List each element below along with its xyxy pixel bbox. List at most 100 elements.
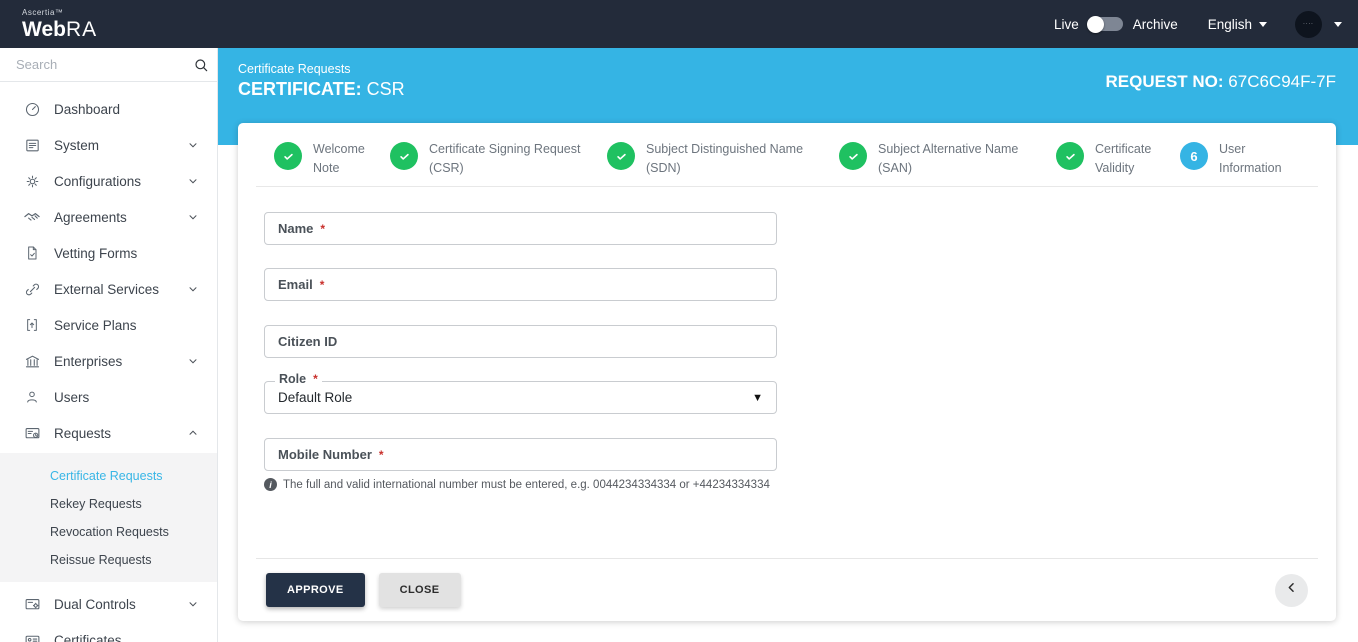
brand-company: Ascertia™ <box>22 9 218 17</box>
sidebar: Dashboard System Configurations Agreemen… <box>0 48 218 642</box>
sidebar-item-configurations[interactable]: Configurations <box>0 163 217 199</box>
step-welcome-note[interactable]: Welcome Note <box>274 142 377 178</box>
brand-web: Web <box>22 18 66 41</box>
main-content: Certificate Requests CERTIFICATE: CSR RE… <box>218 48 1358 642</box>
citizen-id-field[interactable]: Citizen ID <box>264 325 777 358</box>
email-field[interactable]: Email * <box>264 268 777 301</box>
sidebar-item-label: Requests <box>54 426 111 441</box>
step-label: Subject Alternative Name (SAN) <box>878 140 1043 178</box>
required-asterisk: * <box>320 222 325 236</box>
requests-submenu: Certificate Requests Rekey Requests Revo… <box>0 453 217 582</box>
submenu-item-reissue-requests[interactable]: Reissue Requests <box>0 546 217 574</box>
chevron-down-icon <box>187 598 199 610</box>
sidebar-item-service-plans[interactable]: Service Plans <box>0 307 217 343</box>
previous-step-button[interactable] <box>1275 574 1308 607</box>
role-select[interactable]: Default Role ▼ <box>264 381 777 414</box>
required-asterisk: * <box>379 448 384 462</box>
required-asterisk: * <box>313 372 318 386</box>
sidebar-nav: Dashboard System Configurations Agreemen… <box>0 82 217 642</box>
sidebar-item-label: Service Plans <box>54 318 137 333</box>
sidebar-item-dashboard[interactable]: Dashboard <box>0 91 217 127</box>
submenu-item-certificate-requests[interactable]: Certificate Requests <box>0 462 217 490</box>
role-select-wrap: Role* Default Role ▼ <box>264 381 777 414</box>
role-label-text: Role <box>279 372 306 386</box>
sidebar-item-label: Certificates <box>54 633 122 642</box>
info-icon: i <box>264 478 277 491</box>
mobile-number-field-label: Mobile Number <box>278 447 372 462</box>
top-bar: Ascertia™ WebRA Live Archive English ···… <box>0 0 1358 48</box>
step-user-information[interactable]: 6 User Information <box>1180 142 1304 178</box>
gear-icon <box>23 172 41 190</box>
sidebar-item-vetting-forms[interactable]: Vetting Forms <box>0 235 217 271</box>
bank-icon <box>23 352 41 370</box>
mobile-number-field[interactable]: Mobile Number * <box>264 438 777 471</box>
sidebar-item-certificates[interactable]: Certificates <box>0 622 217 642</box>
user-icon <box>23 388 41 406</box>
name-field[interactable]: Name * <box>264 212 777 245</box>
chevron-down-icon <box>187 211 199 223</box>
page-title-bold: CERTIFICATE: <box>238 79 362 99</box>
page-title: CERTIFICATE: CSR <box>238 79 405 100</box>
sidebar-item-label: System <box>54 138 99 153</box>
required-asterisk: * <box>320 278 325 292</box>
server-icon <box>23 136 41 154</box>
close-button[interactable]: CLOSE <box>379 573 461 607</box>
sidebar-item-enterprises[interactable]: Enterprises <box>0 343 217 379</box>
submenu-item-revocation-requests[interactable]: Revocation Requests <box>0 518 217 546</box>
search-icon[interactable] <box>192 56 210 74</box>
footer-buttons: APPROVE CLOSE <box>266 573 461 607</box>
chevron-up-icon <box>187 427 199 439</box>
certificate-icon <box>23 631 41 642</box>
sidebar-item-users[interactable]: Users <box>0 379 217 415</box>
avatar[interactable]: ···· <box>1295 11 1322 38</box>
language-label: English <box>1208 17 1252 32</box>
sidebar-item-label: Dual Controls <box>54 597 136 612</box>
sidebar-item-label: Agreements <box>54 210 127 225</box>
step-label: Certificate Signing Request (CSR) <box>429 140 594 178</box>
brand-logo[interactable]: Ascertia™ WebRA <box>0 9 218 40</box>
archive-label: Archive <box>1133 17 1178 32</box>
approve-button[interactable]: APPROVE <box>266 573 365 607</box>
sidebar-item-agreements[interactable]: Agreements <box>0 199 217 235</box>
sidebar-item-label: External Services <box>54 282 159 297</box>
user-information-form: Name * Email * Citizen ID Role* Default … <box>238 187 1336 491</box>
step-sdn[interactable]: Subject Distinguished Name (SDN) <box>607 142 826 178</box>
topbar-actions: Live Archive English ···· <box>1054 11 1358 38</box>
sidebar-item-requests[interactable]: Requests <box>0 415 217 451</box>
role-selected-value: Default Role <box>278 390 352 405</box>
document-check-icon <box>23 244 41 262</box>
role-field-label: Role * <box>275 373 322 387</box>
check-icon <box>274 142 302 170</box>
sidebar-item-label: Vetting Forms <box>54 246 137 261</box>
sidebar-item-dual-controls[interactable]: Dual Controls <box>0 586 217 622</box>
chevron-down-icon: ▼ <box>752 392 763 404</box>
citizen-id-field-label: Citizen ID <box>278 334 337 349</box>
plan-icon <box>23 316 41 334</box>
sidebar-item-label: Dashboard <box>54 102 120 117</box>
helper-text: The full and valid international number … <box>283 479 770 491</box>
sidebar-item-label: Users <box>54 390 89 405</box>
name-field-label: Name <box>278 221 313 236</box>
user-menu-chevron-icon[interactable] <box>1334 22 1342 27</box>
sidebar-item-system[interactable]: System <box>0 127 217 163</box>
live-archive-toggle[interactable] <box>1089 17 1123 31</box>
step-label: Certificate Validity <box>1095 140 1167 178</box>
wizard-card: Welcome Note Certificate Signing Request… <box>238 123 1336 621</box>
step-number-badge: 6 <box>1180 142 1208 170</box>
sidebar-item-external-services[interactable]: External Services <box>0 271 217 307</box>
wizard-stepper: Welcome Note Certificate Signing Request… <box>256 123 1318 186</box>
chevron-down-icon <box>187 139 199 151</box>
chevron-down-icon <box>187 355 199 367</box>
search-input[interactable] <box>16 57 192 72</box>
step-csr[interactable]: Certificate Signing Request (CSR) <box>390 142 594 178</box>
check-icon <box>390 142 418 170</box>
submenu-item-rekey-requests[interactable]: Rekey Requests <box>0 490 217 518</box>
handshake-icon <box>23 208 41 226</box>
toggle-knob <box>1087 16 1104 33</box>
sidebar-item-label: Enterprises <box>54 354 122 369</box>
sidebar-search <box>0 48 217 82</box>
wizard-footer: APPROVE CLOSE <box>256 558 1318 621</box>
step-certificate-validity[interactable]: Certificate Validity <box>1056 142 1167 178</box>
language-dropdown[interactable]: English <box>1208 17 1267 32</box>
step-san[interactable]: Subject Alternative Name (SAN) <box>839 142 1043 178</box>
